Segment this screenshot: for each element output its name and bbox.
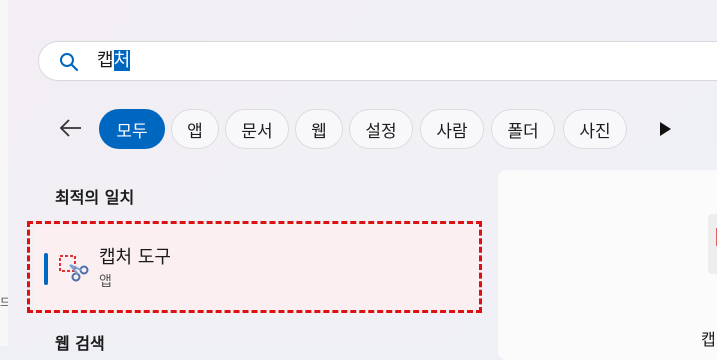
filter-all[interactable]: 모두 (99, 109, 165, 149)
back-arrow-icon[interactable] (58, 115, 84, 141)
filter-documents[interactable]: 문서 (225, 109, 289, 149)
web-search-heading: 웹 검색 (55, 334, 105, 353)
best-match-heading: 최적의 일치 (55, 188, 135, 207)
filter-people[interactable]: 사람 (420, 109, 484, 149)
selection-indicator (44, 253, 48, 285)
result-title: 캡처 도구 (99, 247, 171, 268)
search-icon (60, 53, 79, 72)
app-preview-icon (708, 214, 717, 274)
search-input[interactable]: 캡처 (38, 41, 717, 81)
filter-apps[interactable]: 앱 (171, 109, 219, 149)
snipping-tool-icon (59, 255, 89, 282)
details-title: 캡 (701, 330, 716, 349)
result-type: 앱 (99, 274, 112, 290)
best-match-result[interactable]: 캡처 도구 앱 (33, 225, 480, 311)
filter-web[interactable]: 웹 (295, 109, 343, 149)
more-filters-icon[interactable] (658, 121, 672, 137)
details-panel (498, 170, 717, 360)
filter-folders[interactable]: 폴더 (491, 109, 555, 149)
filter-settings[interactable]: 설정 (349, 109, 413, 149)
filter-photos[interactable]: 사진 (563, 109, 627, 149)
search-query: 캡처 (97, 49, 131, 73)
search-query-prefix: 캡 (97, 50, 114, 71)
search-query-selection: 처 (113, 50, 131, 71)
